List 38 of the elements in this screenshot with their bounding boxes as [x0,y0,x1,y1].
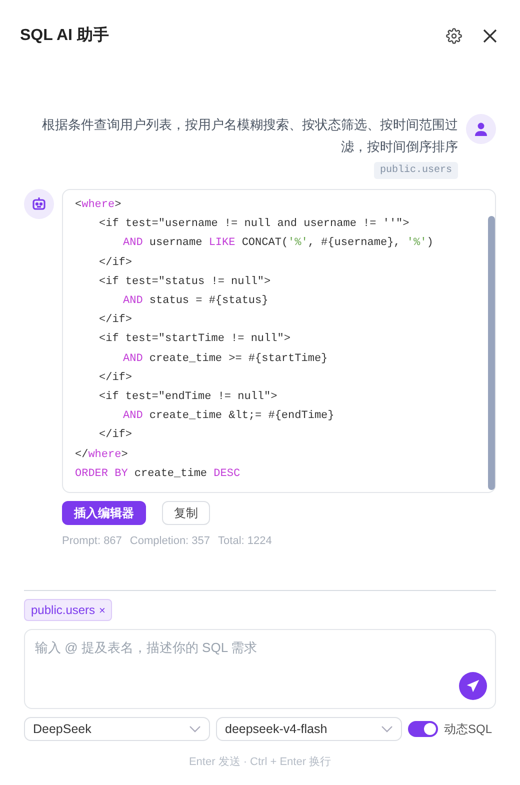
token-count: Completion: 357 [130,534,210,550]
send-button[interactable] [459,672,487,700]
chevron-down-icon [381,725,393,734]
code-line: </if> [99,256,134,271]
remove-chip-button[interactable]: × [99,604,106,617]
user-message: 根据条件查询用户列表，按用户名模糊搜索、按状态筛选、按时间范围过滤，按时间倒序排序 [41,116,458,156]
settings-button[interactable] [444,26,464,46]
code-line: <if test="username != null and username != ''"> [99,217,410,232]
dynamic-sql-toggle[interactable] [408,721,438,738]
table-tag: public.users [374,162,458,179]
user-avatar [466,114,496,144]
code-line: </where> [75,448,129,463]
code-line: </if> [99,370,134,386]
code-line: </if> [99,428,134,444]
chevron-down-icon [189,725,201,734]
table-chip: public.users × [24,598,112,622]
bot-avatar [24,189,54,219]
code-line: <if test="endTime != null"> [99,390,278,406]
code-line: AND username LIKE CONCAT('%', #{username}, '%') [123,236,434,252]
code-line: <if test="status != null"> [99,274,272,290]
token-count: Prompt: 867 [62,534,122,550]
keyboard-hint: Enter 发送 · Ctrl + Enter 换行 [188,756,332,768]
code-line: AND status = #{status} [123,294,270,310]
message-input[interactable]: 输入 @ 提及表名，描述你的 SQL 需求 [25,630,495,708]
code-line: <if test="startTime != null"> [99,332,292,348]
code-line: ORDER BY create_time DESC [75,466,242,482]
code-line: <where> [75,198,122,213]
copy-button[interactable]: 复制 [162,501,210,526]
code-line: AND create_time >= #{startTime} [123,352,329,367]
code-line: </if> [99,313,134,328]
insert-editor-button[interactable]: 插入编辑器 [62,501,146,526]
send-icon [466,679,480,694]
toggle-label: 动态SQL [444,721,492,738]
code-line: AND create_time &lt;= #{endTime} [123,409,336,424]
panel-title: SQL AI 助手 [20,25,109,46]
token-count: Total: 1224 [218,534,272,550]
model-select[interactable]: deepseek-v4-flash [216,717,402,742]
model-select[interactable]: DeepSeek [24,717,210,742]
